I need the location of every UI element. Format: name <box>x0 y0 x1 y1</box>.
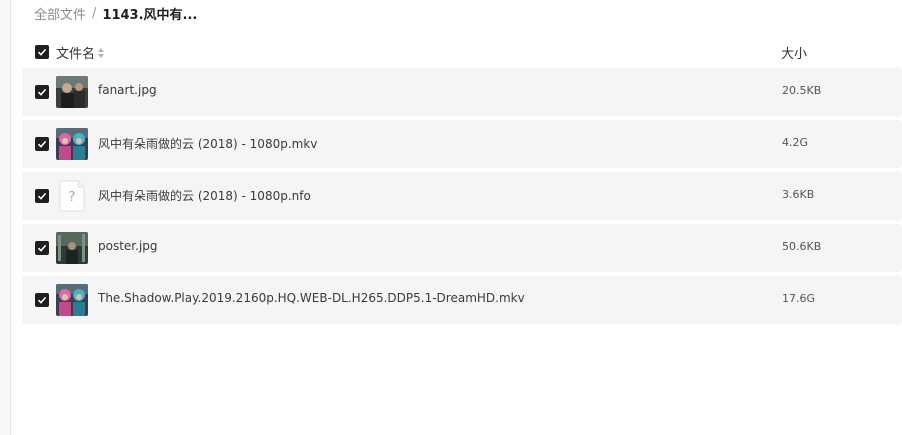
breadcrumb-current-folder: 1143.风中有... <box>102 7 198 23</box>
image-thumbnail-icon <box>56 76 88 108</box>
file-row[interactable]: fanart.jpg 20.5KB <box>22 68 902 116</box>
column-header-name[interactable]: 文件名 <box>56 43 105 62</box>
left-panel-edge <box>0 0 11 435</box>
check-icon <box>37 296 47 304</box>
row-checkbox[interactable] <box>35 85 49 99</box>
row-checkbox[interactable] <box>35 189 49 203</box>
row-checkbox[interactable] <box>35 241 49 255</box>
file-name[interactable]: fanart.jpg <box>98 83 157 97</box>
check-icon <box>37 140 47 148</box>
video-thumbnail-icon <box>56 284 88 316</box>
file-list: fanart.jpg 20.5KB 风中有朵雨做的云 (2018) - 1080… <box>22 68 902 328</box>
breadcrumb-separator: / <box>92 5 97 21</box>
svg-text:?: ? <box>69 190 76 205</box>
sort-icon[interactable] <box>97 47 105 59</box>
file-name[interactable]: 风中有朵雨做的云 (2018) - 1080p.mkv <box>98 135 317 152</box>
file-size: 4.2G <box>782 136 809 149</box>
image-thumbnail-icon <box>56 232 88 264</box>
check-icon <box>37 88 47 96</box>
file-name[interactable]: poster.jpg <box>98 239 158 253</box>
file-size: 17.6G <box>782 292 816 305</box>
check-icon <box>37 244 47 252</box>
row-checkbox[interactable] <box>35 293 49 307</box>
file-size: 50.6KB <box>782 240 822 253</box>
unknown-file-icon: ? <box>56 180 88 212</box>
row-checkbox[interactable] <box>35 137 49 151</box>
column-header-name-label: 文件名 <box>56 47 96 62</box>
file-list-header: 文件名 大小 <box>22 40 902 64</box>
check-icon <box>37 48 47 56</box>
file-name[interactable]: 风中有朵雨做的云 (2018) - 1080p.nfo <box>98 187 311 204</box>
video-thumbnail-icon <box>56 128 88 160</box>
column-header-size[interactable]: 大小 <box>781 43 807 62</box>
file-size: 20.5KB <box>782 84 822 97</box>
file-row[interactable]: The.Shadow.Play.2019.2160p.HQ.WEB-DL.H26… <box>22 276 902 324</box>
file-name[interactable]: The.Shadow.Play.2019.2160p.HQ.WEB-DL.H26… <box>98 291 525 305</box>
file-row[interactable]: ? 风中有朵雨做的云 (2018) - 1080p.nfo 3.6KB <box>22 172 902 220</box>
breadcrumb-root-link[interactable]: 全部文件 <box>34 4 86 23</box>
file-row[interactable]: 风中有朵雨做的云 (2018) - 1080p.mkv 4.2G <box>22 120 902 168</box>
file-size: 3.6KB <box>782 188 815 201</box>
check-icon <box>37 192 47 200</box>
file-row[interactable]: poster.jpg 50.6KB <box>22 224 902 272</box>
breadcrumb: 全部文件 / 1143.风中有... <box>34 3 197 23</box>
select-all-checkbox[interactable] <box>35 45 49 59</box>
